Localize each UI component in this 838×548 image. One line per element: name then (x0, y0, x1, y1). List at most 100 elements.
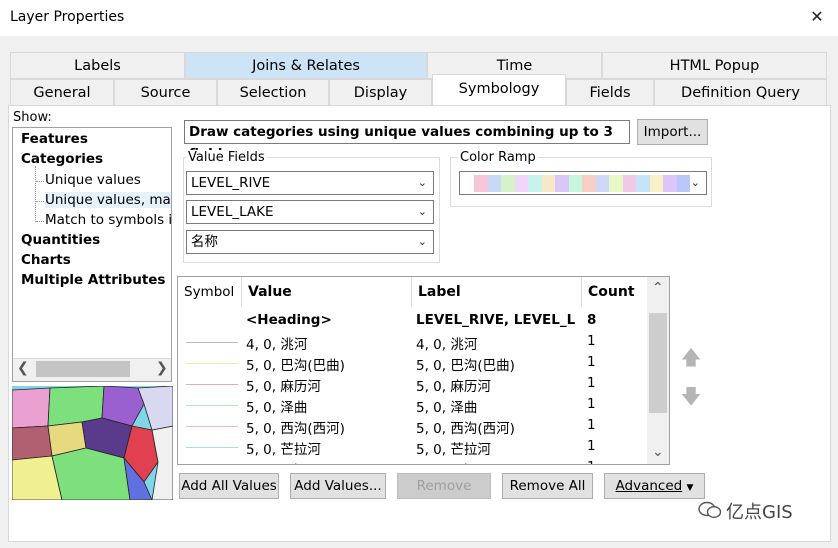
chevron-down-icon: ⌄ (690, 176, 700, 189)
window-title: Layer Properties (10, 9, 125, 25)
tab-source[interactable]: Source (114, 79, 217, 106)
renderer-tree: Features Categories Unique values Unique… (12, 127, 172, 382)
row-label[interactable]: 4, 0, 洮河 (416, 333, 582, 353)
color-ramp-swatch (649, 175, 663, 192)
value-fields-label: Value Fields (186, 150, 267, 165)
color-ramp-swatch (474, 175, 488, 192)
scroll-left-icon[interactable]: ❮ (17, 360, 29, 376)
value-field-2-select[interactable]: LEVEL_LAKE ⌄ (186, 200, 434, 224)
chevron-down-icon: ⌄ (417, 176, 427, 189)
map-preview-image (12, 386, 173, 500)
tab-html-popup[interactable]: HTML Popup (602, 52, 827, 79)
row-count: 1 (587, 354, 596, 370)
color-ramp-swatch (501, 175, 515, 192)
row-value[interactable]: 5, 0, 麻历河 (246, 375, 406, 395)
chevron-down-icon: ⌄ (417, 235, 427, 248)
tab-labels[interactable]: Labels (10, 52, 185, 79)
remove-button[interactable]: Remove (397, 473, 491, 499)
row-label[interactable]: 5, 0, 泽曲 (416, 396, 582, 416)
row-symbol-swatch[interactable] (186, 342, 238, 343)
tab-joins-relates[interactable]: Joins & Relates (185, 52, 427, 79)
row-value[interactable]: 4, 0, 洮河 (246, 333, 406, 353)
row-count: 1 (587, 459, 627, 464)
dropdown-arrow-icon: ▼ (686, 483, 694, 493)
row-symbol-swatch[interactable] (186, 405, 238, 406)
heading-row-count: 8 (587, 312, 597, 328)
scrollbar-thumb[interactable] (36, 361, 130, 377)
tree-item-unique-values-many[interactable]: Unique values, many (45, 192, 171, 208)
row-label[interactable]: 5, 0, 巴沟(巴曲) (416, 354, 582, 374)
add-all-values-button[interactable]: Add All Values (179, 473, 279, 499)
row-label[interactable]: 5, 0, 西沟(西河) (416, 417, 582, 437)
renderer-description: Draw categories using unique values comb… (184, 120, 630, 162)
scroll-right-icon[interactable]: ❯ (156, 360, 168, 376)
color-ramp-swatch (487, 175, 501, 192)
tree-item-multiple-attributes[interactable]: Multiple Attributes (21, 272, 165, 288)
scroll-up-icon[interactable]: ⌃ (652, 280, 664, 296)
tab-fields[interactable]: Fields (566, 79, 654, 106)
color-ramp-swatch (622, 175, 636, 192)
color-ramp-swatch (555, 175, 569, 192)
show-label: Show: (13, 110, 52, 125)
tree-item-unique-values[interactable]: Unique values (45, 172, 141, 188)
row-symbol-swatch[interactable] (186, 426, 238, 427)
color-ramp-swatch (663, 175, 677, 192)
arrow-up-icon[interactable]: 🡅 (678, 344, 704, 370)
row-label[interactable]: 5, 0, 芒拉河 (416, 438, 582, 458)
value-field-1-select[interactable]: LEVEL_RIVE ⌄ (186, 171, 434, 195)
row-label[interactable]: 5, 0, 麻历河 (416, 375, 582, 395)
scroll-down-icon[interactable]: ⌄ (652, 444, 664, 460)
table-scrollbar-thumb[interactable] (649, 313, 667, 413)
title-bar (0, 0, 838, 36)
tab-display[interactable]: Display (329, 79, 432, 106)
row-symbol-swatch[interactable] (186, 447, 238, 448)
tree-item-charts[interactable]: Charts (21, 252, 71, 268)
row-label[interactable]: 5, 0, 周河 (416, 459, 582, 464)
tree-item-quantities[interactable]: Quantities (21, 232, 100, 248)
row-count: 1 (587, 438, 596, 454)
color-ramp-select[interactable]: ⌄ (459, 171, 707, 195)
row-count: 1 (587, 375, 596, 391)
color-ramp-swatch (528, 175, 542, 192)
remove-all-button[interactable]: Remove All (502, 473, 593, 499)
color-ramp-swatch (568, 175, 582, 192)
row-value[interactable]: 5, 0, 西沟(西河) (246, 417, 406, 437)
add-values-button[interactable]: Add Values... (290, 473, 386, 499)
color-ramp-swatch (541, 175, 555, 192)
unique-values-table: Symbol Value Label Count <Heading> LEVEL… (177, 276, 670, 465)
row-symbol-swatch[interactable] (186, 363, 238, 364)
color-ramp-swatch (582, 175, 596, 192)
value-field-3-select[interactable]: 名称 ⌄ (186, 230, 434, 254)
row-value[interactable]: 5, 0, 周河 (246, 459, 406, 464)
arrow-down-icon[interactable]: 🡇 (678, 383, 704, 409)
column-header-count[interactable]: Count (582, 277, 648, 307)
tree-item-features[interactable]: Features (21, 131, 88, 147)
tab-symbology[interactable]: Symbology (432, 74, 566, 105)
color-ramp-swatch (636, 175, 650, 192)
column-header-label[interactable]: Label (412, 277, 582, 307)
import-button[interactable]: Import... (637, 119, 708, 145)
tree-item-categories[interactable]: Categories (21, 151, 103, 167)
heading-row-label[interactable]: LEVEL_RIVE, LEVEL_L (416, 312, 582, 328)
heading-row-value[interactable]: <Heading> (246, 312, 406, 328)
color-ramp-swatch (595, 175, 609, 192)
row-symbol-swatch[interactable] (186, 384, 238, 385)
close-icon[interactable]: ✕ (806, 6, 828, 28)
watermark-text: 亿点GIS (726, 502, 793, 523)
tab-general[interactable]: General (10, 79, 114, 106)
color-ramp-swatch (514, 175, 528, 192)
tab-selection[interactable]: Selection (217, 79, 329, 106)
tree-item-match-to-symbols[interactable]: Match to symbols in a (45, 212, 171, 228)
advanced-button[interactable]: Advanced ▼ (604, 473, 705, 499)
column-header-symbol[interactable]: Symbol (178, 277, 242, 307)
row-value[interactable]: 5, 0, 芒拉河 (246, 438, 406, 458)
tab-definition-query[interactable]: Definition Query (654, 79, 827, 106)
chevron-down-icon: ⌄ (417, 205, 427, 218)
row-count: 1 (587, 417, 596, 433)
color-ramp-swatch (609, 175, 623, 192)
row-value[interactable]: 5, 0, 泽曲 (246, 396, 406, 416)
wechat-icon (698, 501, 722, 519)
color-ramp-label: Color Ramp (458, 150, 538, 165)
row-value[interactable]: 5, 0, 巴沟(巴曲) (246, 354, 406, 374)
column-header-value[interactable]: Value (242, 277, 412, 307)
